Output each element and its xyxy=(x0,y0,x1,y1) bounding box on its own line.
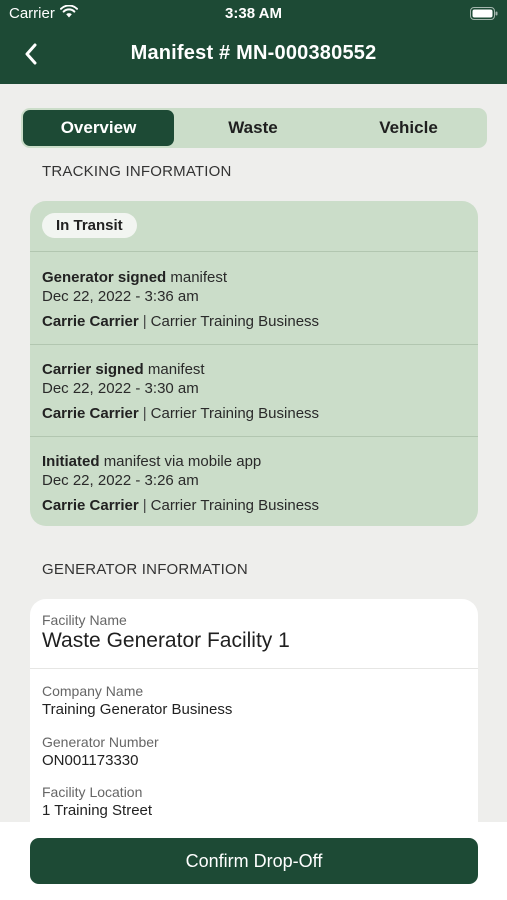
facility-location-label: Facility Location xyxy=(42,784,143,800)
status-badge: In Transit xyxy=(42,213,137,238)
facility-location-field: Facility Location 1 Training Street xyxy=(42,784,466,819)
event-date: Dec 22, 2022 - 3:36 am xyxy=(42,288,199,305)
generator-number-field: Generator Number ON001173330 xyxy=(42,734,466,769)
battery-icon xyxy=(470,7,498,24)
event-action: Generator signed xyxy=(42,269,167,286)
status-bar: Carrier 3:38 AM xyxy=(0,0,507,28)
segmented-tabs: Overview Waste Vehicle xyxy=(21,108,487,148)
company-name-value: Training Generator Business xyxy=(42,701,233,718)
event-separator: | xyxy=(142,497,147,514)
divider xyxy=(30,344,478,345)
generator-section-title: GENERATOR INFORMATION xyxy=(42,561,248,578)
generator-number-value: ON001173330 xyxy=(42,752,139,769)
divider xyxy=(30,668,478,669)
divider xyxy=(30,251,478,252)
facility-name-field: Facility Name Waste Generator Facility 1 xyxy=(42,612,466,653)
event-date: Dec 22, 2022 - 3:26 am xyxy=(42,472,199,489)
event-description: manifest xyxy=(147,361,205,378)
page-title: Manifest # MN-000380552 xyxy=(130,42,377,64)
tab-overview[interactable]: Overview xyxy=(23,110,174,146)
generator-card: Facility Name Waste Generator Facility 1… xyxy=(30,599,478,839)
tracking-event: Initiated manifest via mobile app Dec 22… xyxy=(42,452,466,515)
tab-vehicle[interactable]: Vehicle xyxy=(332,110,485,146)
event-description: manifest xyxy=(170,269,228,286)
facility-name-value: Waste Generator Facility 1 xyxy=(42,629,290,652)
tracking-section-title: TRACKING INFORMATION xyxy=(42,163,232,180)
navigation-header: Carrier 3:38 AM Manifest # MN-000380552 xyxy=(0,0,507,84)
facility-location-value: 1 Training Street xyxy=(42,802,153,819)
event-company: Carrier Training Business xyxy=(150,497,320,514)
event-action: Carrier signed xyxy=(42,361,144,378)
facility-name-label: Facility Name xyxy=(42,612,127,628)
tracking-card: In Transit Generator signed manifest Dec… xyxy=(30,201,478,526)
event-action: Initiated xyxy=(42,453,100,470)
event-person: Carrie Carrier xyxy=(42,497,139,514)
tracking-event: Carrier signed manifest Dec 22, 2022 - 3… xyxy=(42,360,466,423)
company-name-field: Company Name Training Generator Business xyxy=(42,683,466,718)
event-description: manifest via mobile app xyxy=(103,453,262,470)
event-company: Carrier Training Business xyxy=(150,313,320,330)
event-date: Dec 22, 2022 - 3:30 am xyxy=(42,380,199,397)
event-separator: | xyxy=(142,313,147,330)
divider xyxy=(30,436,478,437)
event-separator: | xyxy=(142,405,147,422)
generator-number-label: Generator Number xyxy=(42,734,159,750)
status-time: 3:38 AM xyxy=(225,5,282,22)
confirm-drop-off-button[interactable]: Confirm Drop-Off xyxy=(30,838,478,884)
event-person: Carrie Carrier xyxy=(42,313,139,330)
bottom-action-bar: Confirm Drop-Off xyxy=(0,822,507,900)
event-company: Carrier Training Business xyxy=(150,405,320,422)
tab-waste[interactable]: Waste xyxy=(174,110,332,146)
event-person: Carrie Carrier xyxy=(42,405,139,422)
tracking-event: Generator signed manifest Dec 22, 2022 -… xyxy=(42,268,466,331)
company-name-label: Company Name xyxy=(42,683,144,699)
